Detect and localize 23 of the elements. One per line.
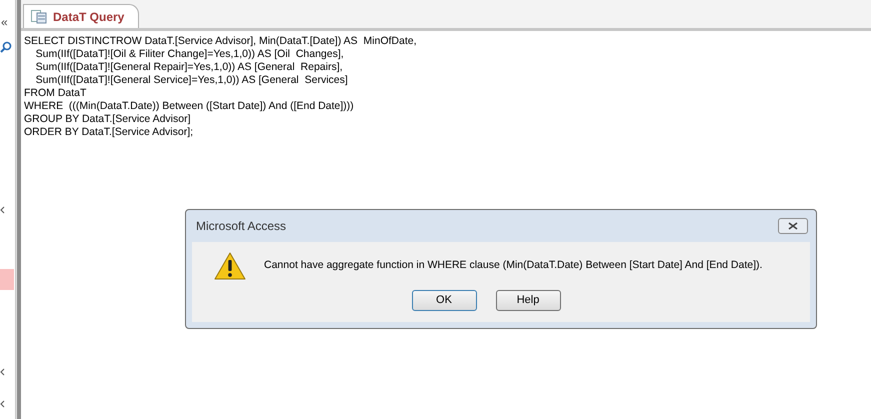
selected-item-highlight (0, 269, 14, 290)
close-button[interactable] (778, 218, 808, 234)
dialog-button[interactable]: OK (412, 290, 476, 311)
warning-icon (214, 252, 246, 280)
error-message: Cannot have aggregate function in WHERE clause (Min(DataT.Date) Between [Start Date] And [End Date]). (264, 258, 762, 274)
chevron-icon (0, 206, 5, 214)
chevron-icon (0, 400, 5, 408)
search-icon[interactable] (0, 41, 12, 53)
sql-line: Sum(IIf([DataT]![Oil & Filiter Change]=Yes,1,0)) AS [Oil Changes], (34, 48, 344, 61)
dialog-title: Microsoft Access (196, 218, 286, 235)
collapse-button[interactable]: « (1, 16, 8, 28)
sql-line: SELECT DISTINCTROW DataT.[Service Advisor], Min(DataT.[Date]) AS MinOfDate, (24, 35, 416, 48)
query-tab[interactable]: DataT Query (23, 4, 140, 28)
sql-line: Sum(IIf([DataT]![General Service]=Yes,1,0)) AS [General Services] (34, 74, 348, 87)
dialog-button[interactable]: Help (496, 290, 560, 311)
sql-line: Sum(IIf([DataT]![General Repair]=Yes,1,0)) AS [General Repairs], (34, 61, 343, 74)
close-icon (788, 222, 798, 230)
query-icon (31, 10, 47, 24)
sql-line: WHERE (((Min(DataT.Date)) Between ([Start Date]) And ([End Date]))) (24, 100, 354, 113)
sql-line: ORDER BY DataT.[Service Advisor]; (24, 126, 194, 139)
chevron-icon (0, 368, 5, 376)
sql-line: GROUP BY DataT.[Service Advisor] (24, 113, 191, 126)
sql-line: FROM DataT (24, 87, 86, 100)
